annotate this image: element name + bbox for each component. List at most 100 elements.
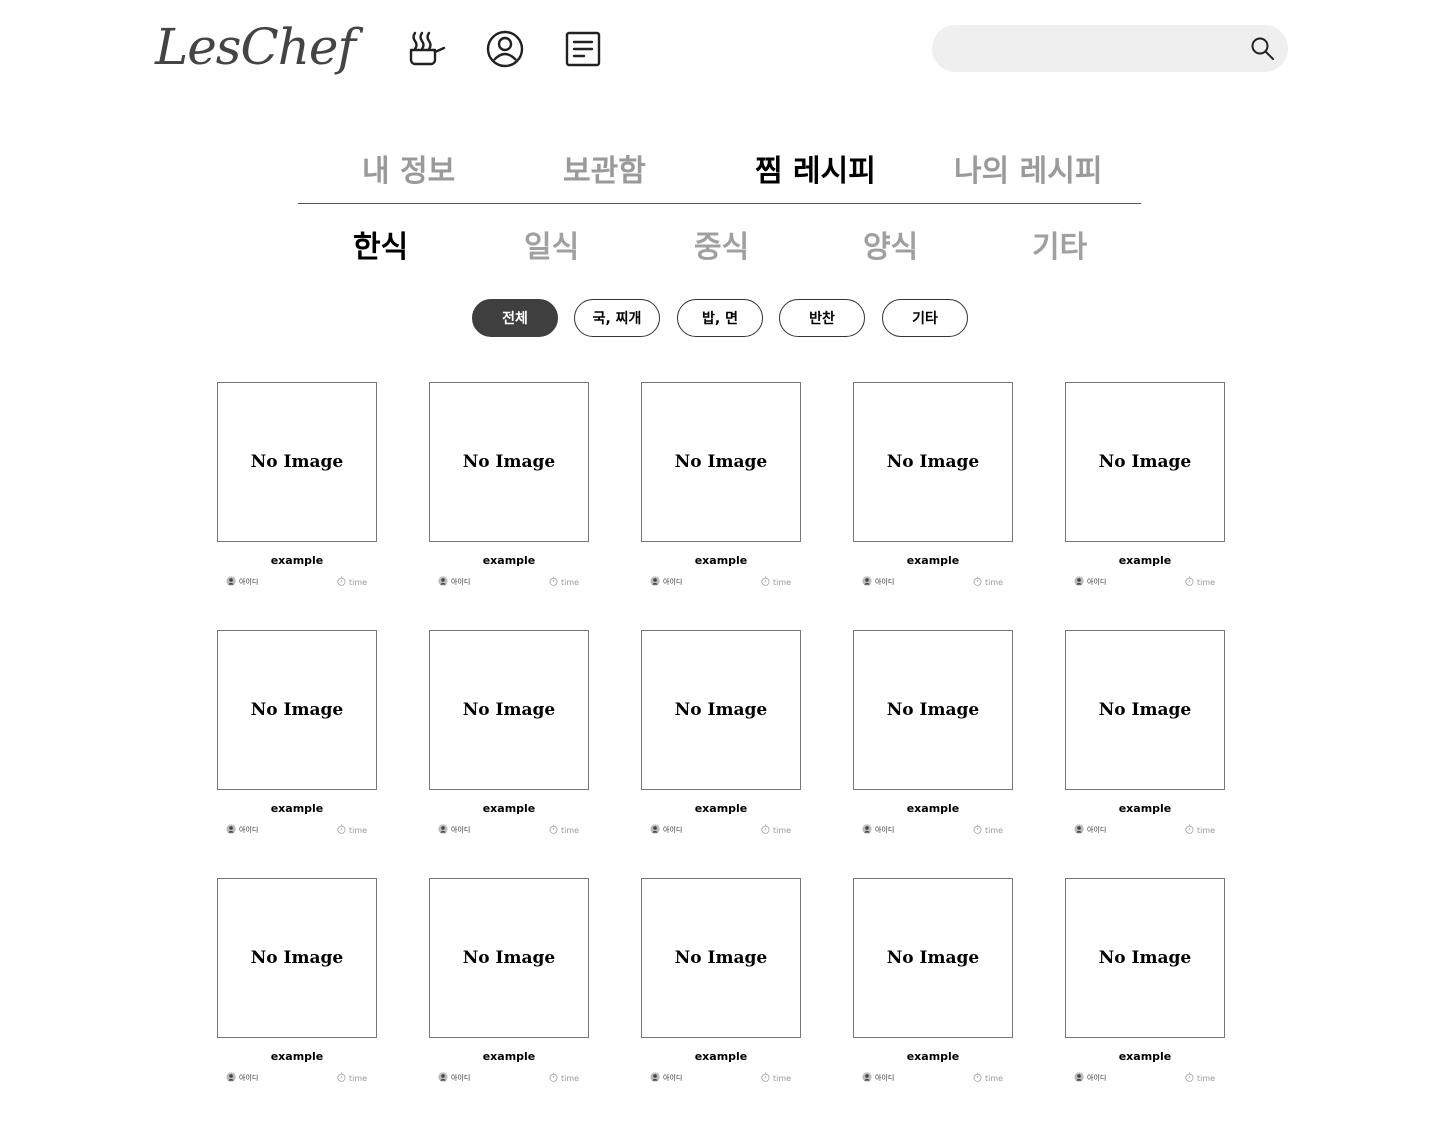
time-label: time [985, 577, 1004, 587]
recipe-title: example [906, 802, 960, 815]
recipe-card[interactable]: No Image example 아이디 time [853, 630, 1013, 840]
recipe-title: example [482, 554, 536, 567]
author-id: 아이디 [1087, 826, 1107, 834]
tab-storage[interactable]: 보관함 [563, 146, 646, 190]
filter-other[interactable]: 기타 [882, 299, 968, 337]
user-avatar-icon [1074, 576, 1087, 588]
recipe-title: example [694, 802, 748, 815]
recipe-author: 아이디 [862, 824, 894, 836]
timer-icon [761, 1072, 773, 1084]
recipe-title: example [1118, 1050, 1172, 1063]
recipe-card[interactable]: No Image example 아이디 time [641, 382, 801, 592]
recipe-title: example [694, 554, 748, 567]
recipe-author: 아이디 [650, 1072, 682, 1084]
recipe-author: 아이디 [438, 576, 470, 588]
author-id: 아이디 [239, 826, 259, 834]
user-avatar-icon [438, 824, 451, 836]
recipe-time: time [337, 1072, 367, 1084]
logo[interactable]: LesChef [155, 18, 356, 76]
cuisine-tab-korean[interactable]: 한식 [353, 222, 408, 266]
timer-icon [761, 576, 773, 588]
tab-liked-recipes[interactable]: 찜 레시피 [755, 146, 876, 190]
filter-all[interactable]: 전체 [472, 299, 558, 337]
timer-icon [337, 576, 349, 588]
user-avatar-icon [862, 824, 875, 836]
recipe-card[interactable]: No Image example 아이디 time [429, 382, 589, 592]
cooking-pot-icon[interactable] [405, 28, 447, 70]
timer-icon [549, 576, 561, 588]
user-profile-icon[interactable] [484, 28, 526, 70]
timer-icon [973, 576, 985, 588]
recipe-time: time [337, 824, 367, 836]
recipe-image-placeholder: No Image [217, 878, 377, 1038]
recipe-author: 아이디 [650, 576, 682, 588]
recipe-image-placeholder: No Image [429, 878, 589, 1038]
recipe-title: example [482, 1050, 536, 1063]
recipe-title: example [1118, 554, 1172, 567]
search-input[interactable] [952, 25, 1242, 72]
time-label: time [349, 1073, 368, 1083]
author-id: 아이디 [1087, 1074, 1107, 1082]
recipe-card[interactable]: No Image example 아이디 time [853, 382, 1013, 592]
author-id: 아이디 [451, 826, 471, 834]
recipe-card[interactable]: No Image example 아이디 time [853, 878, 1013, 1088]
time-label: time [561, 1073, 580, 1083]
recipe-author: 아이디 [438, 1072, 470, 1084]
recipe-image-placeholder: No Image [1065, 878, 1225, 1038]
time-label: time [1197, 577, 1216, 587]
timer-icon [761, 824, 773, 836]
recipe-time: time [973, 1072, 1003, 1084]
recipe-card[interactable]: No Image example 아이디 time [1065, 878, 1225, 1088]
recipe-image-placeholder: No Image [641, 878, 801, 1038]
cuisine-tab-chinese[interactable]: 중식 [694, 222, 749, 266]
recipe-image-placeholder: No Image [1065, 630, 1225, 790]
user-avatar-icon [650, 576, 663, 588]
recipe-image-placeholder: No Image [429, 382, 589, 542]
user-avatar-icon [1074, 1072, 1087, 1084]
recipe-card[interactable]: No Image example 아이디 time [217, 878, 377, 1088]
recipe-card[interactable]: No Image example 아이디 time [217, 630, 377, 840]
time-label: time [773, 1073, 792, 1083]
recipe-card[interactable]: No Image example 아이디 time [217, 382, 377, 592]
recipe-card[interactable]: No Image example 아이디 time [641, 630, 801, 840]
document-list-icon[interactable] [562, 28, 604, 70]
time-label: time [349, 577, 368, 587]
timer-icon [549, 824, 561, 836]
recipe-image-placeholder: No Image [217, 630, 377, 790]
user-avatar-icon [862, 576, 875, 588]
recipe-image-placeholder: No Image [853, 878, 1013, 1038]
user-avatar-icon [438, 576, 451, 588]
tab-my-info[interactable]: 내 정보 [362, 146, 455, 190]
recipe-image-placeholder: No Image [853, 630, 1013, 790]
recipe-card[interactable]: No Image example 아이디 time [429, 878, 589, 1088]
tab-my-recipes[interactable]: 나의 레시피 [954, 146, 1102, 190]
recipe-card[interactable]: No Image example 아이디 time [1065, 382, 1225, 592]
recipe-author: 아이디 [862, 1072, 894, 1084]
cuisine-tab-western[interactable]: 양식 [863, 222, 918, 266]
filter-rice-noodle[interactable]: 밥, 면 [677, 299, 763, 337]
cuisine-tab-other[interactable]: 기타 [1032, 222, 1087, 266]
author-id: 아이디 [451, 1074, 471, 1082]
timer-icon [973, 824, 985, 836]
search-icon[interactable] [1250, 36, 1276, 62]
recipe-card[interactable]: No Image example 아이디 time [1065, 630, 1225, 840]
author-id: 아이디 [239, 1074, 259, 1082]
search-bar [932, 25, 1288, 72]
user-avatar-icon [862, 1072, 875, 1084]
cuisine-tab-japanese[interactable]: 일식 [524, 222, 579, 266]
recipe-card[interactable]: No Image example 아이디 time [641, 878, 801, 1088]
author-id: 아이디 [875, 826, 895, 834]
time-label: time [985, 825, 1004, 835]
recipe-author: 아이디 [862, 576, 894, 588]
filter-side-dish[interactable]: 반찬 [779, 299, 865, 337]
recipe-time: time [549, 1072, 579, 1084]
recipe-time: time [761, 576, 791, 588]
recipe-author: 아이디 [226, 576, 258, 588]
user-avatar-icon [438, 1072, 451, 1084]
filter-soup-stew[interactable]: 국, 찌개 [574, 299, 660, 337]
timer-icon [337, 824, 349, 836]
recipe-card[interactable]: No Image example 아이디 time [429, 630, 589, 840]
recipe-title: example [482, 802, 536, 815]
time-label: time [561, 825, 580, 835]
author-id: 아이디 [451, 578, 471, 586]
